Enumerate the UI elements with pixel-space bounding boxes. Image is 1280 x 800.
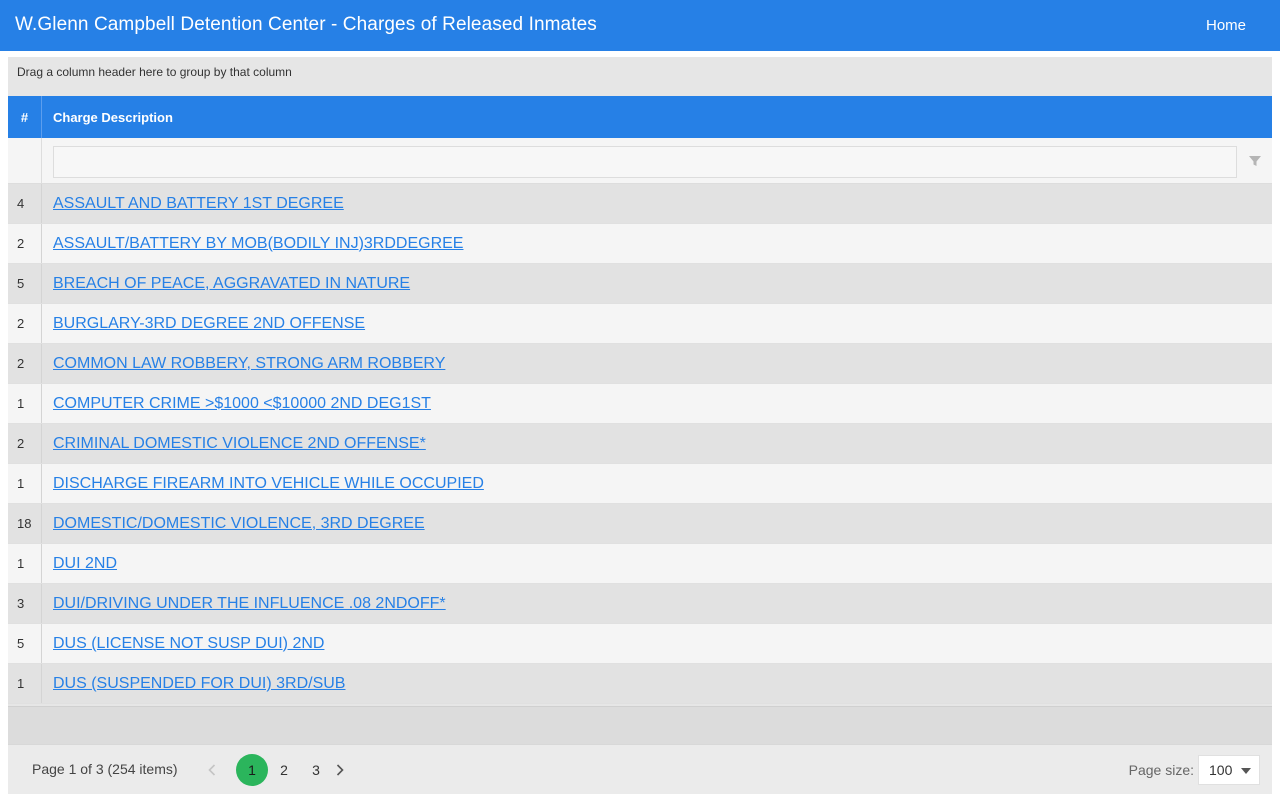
table-row: 2 BURGLARY-3RD DEGREE 2ND OFFENSE <box>8 304 1272 344</box>
table-row: 2 CRIMINAL DOMESTIC VIOLENCE 2ND OFFENSE* <box>8 424 1272 464</box>
filter-cell-description <box>42 138 1272 183</box>
row-description-cell: ASSAULT/BATTERY BY MOB(BODILY INJ)3RDDEG… <box>42 224 1272 263</box>
table-row: 1 DISCHARGE FIREARM INTO VEHICLE WHILE OC… <box>8 464 1272 504</box>
page-button-2[interactable]: 2 <box>268 754 300 786</box>
table-row: 2 ASSAULT/BATTERY BY MOB(BODILY INJ)3RDDE… <box>8 224 1272 264</box>
pager-info: Page 1 of 3 (254 items) <box>32 761 178 777</box>
row-count-cell: 1 <box>8 664 42 703</box>
charge-description-link[interactable]: COMMON LAW ROBBERY, STRONG ARM ROBBERY <box>53 355 445 373</box>
grid-empty-area <box>8 706 1272 744</box>
row-count-cell: 4 <box>8 184 42 223</box>
table-row: 1 DUI 2ND <box>8 544 1272 584</box>
row-count-cell: 2 <box>8 224 42 263</box>
charges-grid: Drag a column header here to group by th… <box>8 57 1272 794</box>
table-row: 3 DUI/DRIVING UNDER THE INFLUENCE .08 2ND… <box>8 584 1272 624</box>
table-row: 5 DUS (LICENSE NOT SUSP DUI) 2ND <box>8 624 1272 664</box>
charge-description-link[interactable]: DOMESTIC/DOMESTIC VIOLENCE, 3RD DEGREE <box>53 515 425 533</box>
filter-row <box>8 138 1272 184</box>
row-count-cell: 5 <box>8 624 42 663</box>
row-count-cell: 1 <box>8 544 42 583</box>
charge-description-link[interactable]: BREACH OF PEACE, AGGRAVATED IN NATURE <box>53 275 410 293</box>
row-count-cell: 18 <box>8 504 42 543</box>
grid-header: # Charge Description <box>8 96 1272 138</box>
row-description-cell: COMPUTER CRIME >$1000 <$10000 2ND DEG1ST <box>42 384 1272 423</box>
charge-description-link[interactable]: CRIMINAL DOMESTIC VIOLENCE 2ND OFFENSE* <box>53 435 426 453</box>
row-description-cell: COMMON LAW ROBBERY, STRONG ARM ROBBERY <box>42 344 1272 383</box>
group-panel-text: Drag a column header here to group by th… <box>17 65 292 79</box>
row-count-cell: 2 <box>8 424 42 463</box>
row-description-cell: DISCHARGE FIREARM INTO VEHICLE WHILE OCC… <box>42 464 1272 503</box>
charge-description-link[interactable]: ASSAULT AND BATTERY 1ST DEGREE <box>53 195 344 213</box>
row-description-cell: DOMESTIC/DOMESTIC VIOLENCE, 3RD DEGREE <box>42 504 1272 543</box>
filter-cell-count <box>8 138 42 183</box>
row-description-cell: BREACH OF PEACE, AGGRAVATED IN NATURE <box>42 264 1272 303</box>
home-link[interactable]: Home <box>1206 17 1246 34</box>
charge-description-filter-input[interactable] <box>53 146 1237 178</box>
caret-down-icon <box>1241 768 1251 774</box>
chevron-left-icon[interactable] <box>204 754 220 786</box>
row-description-cell: BURGLARY-3RD DEGREE 2ND OFFENSE <box>42 304 1272 343</box>
pager: Page 1 of 3 (254 items) 1 2 3 Page size:… <box>8 744 1272 794</box>
charge-description-link[interactable]: DUS (SUSPENDED FOR DUI) 3RD/SUB <box>53 675 345 693</box>
table-row: 2 COMMON LAW ROBBERY, STRONG ARM ROBBERY <box>8 344 1272 384</box>
row-description-cell: DUS (SUSPENDED FOR DUI) 3RD/SUB <box>42 664 1272 703</box>
table-row: 1 COMPUTER CRIME >$1000 <$10000 2ND DEG1S… <box>8 384 1272 424</box>
row-description-cell: DUS (LICENSE NOT SUSP DUI) 2ND <box>42 624 1272 663</box>
page-size-label: Page size: <box>1128 762 1194 778</box>
charge-description-link[interactable]: BURGLARY-3RD DEGREE 2ND OFFENSE <box>53 315 365 333</box>
row-count-cell: 1 <box>8 384 42 423</box>
top-bar: W.Glenn Campbell Detention Center - Char… <box>0 0 1280 51</box>
row-count-cell: 3 <box>8 584 42 623</box>
charge-description-link[interactable]: ASSAULT/BATTERY BY MOB(BODILY INJ)3RDDEG… <box>53 235 463 253</box>
charge-description-link[interactable]: DUI 2ND <box>53 555 117 573</box>
table-row: 18 DOMESTIC/DOMESTIC VIOLENCE, 3RD DEGREE <box>8 504 1272 544</box>
row-description-cell: ASSAULT AND BATTERY 1ST DEGREE <box>42 184 1272 223</box>
row-count-cell: 5 <box>8 264 42 303</box>
row-count-cell: 2 <box>8 344 42 383</box>
grid-rows: 4 ASSAULT AND BATTERY 1ST DEGREE 2 ASSAULT/… <box>8 184 1272 704</box>
page-button-1[interactable]: 1 <box>236 754 268 786</box>
row-description-cell: DUI 2ND <box>42 544 1272 583</box>
charge-description-link[interactable]: DUI/DRIVING UNDER THE INFLUENCE .08 2NDO… <box>53 595 446 613</box>
charge-description-link[interactable]: DUS (LICENSE NOT SUSP DUI) 2ND <box>53 635 324 653</box>
page-size-value: 100 <box>1209 762 1233 778</box>
page-button-3[interactable]: 3 <box>300 754 332 786</box>
column-header-count[interactable]: # <box>8 96 42 138</box>
page-size-select[interactable]: 100 <box>1198 755 1260 785</box>
table-row: 1 DUS (SUSPENDED FOR DUI) 3RD/SUB <box>8 664 1272 704</box>
row-count-cell: 1 <box>8 464 42 503</box>
pager-nav: 1 2 3 <box>204 754 348 786</box>
group-panel[interactable]: Drag a column header here to group by th… <box>8 57 1272 96</box>
chevron-right-icon[interactable] <box>332 754 348 786</box>
row-description-cell: DUI/DRIVING UNDER THE INFLUENCE .08 2NDO… <box>42 584 1272 623</box>
table-row: 4 ASSAULT AND BATTERY 1ST DEGREE <box>8 184 1272 224</box>
table-row: 5 BREACH OF PEACE, AGGRAVATED IN NATURE <box>8 264 1272 304</box>
charge-description-link[interactable]: COMPUTER CRIME >$1000 <$10000 2ND DEG1ST <box>53 395 431 413</box>
charge-description-link[interactable]: DISCHARGE FIREARM INTO VEHICLE WHILE OCC… <box>53 475 484 493</box>
filter-icon[interactable] <box>1248 154 1262 168</box>
row-description-cell: CRIMINAL DOMESTIC VIOLENCE 2ND OFFENSE* <box>42 424 1272 463</box>
row-count-cell: 2 <box>8 304 42 343</box>
page-title: W.Glenn Campbell Detention Center - Char… <box>15 14 597 35</box>
column-header-charge-description[interactable]: Charge Description <box>42 96 1272 138</box>
